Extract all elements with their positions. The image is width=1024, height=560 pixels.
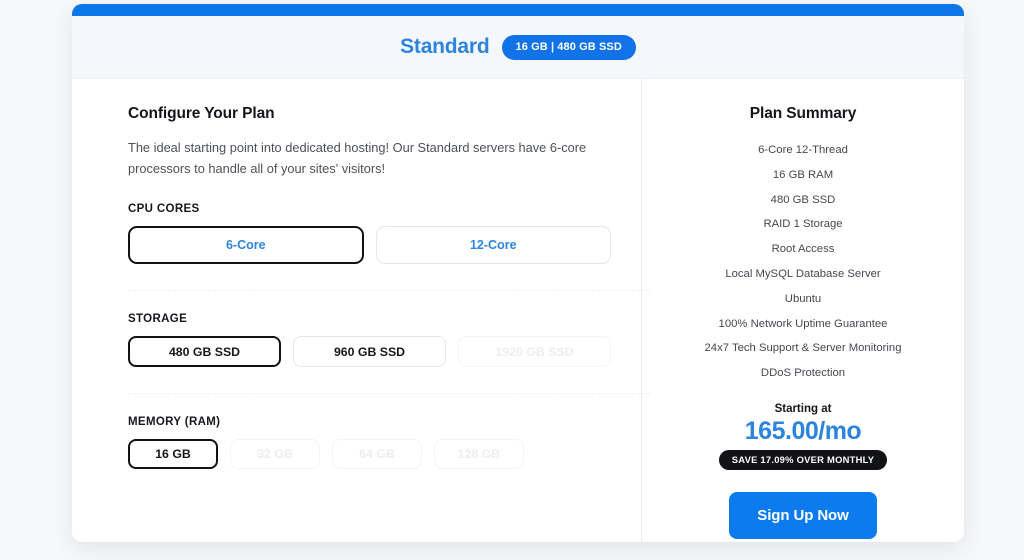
page-background: Standard 16 GB | 480 GB SSD Configure Yo… (0, 0, 1024, 560)
storage-label: STORAGE (128, 313, 188, 326)
section-divider-memory (128, 393, 650, 395)
storage-option-group: 480 GB SSD 960 GB SSD 1920 GB SSD (128, 336, 611, 368)
configure-plan-pane: Configure Your Plan The ideal starting p… (72, 79, 650, 542)
plan-summary-heading: Plan Summary (749, 105, 857, 122)
cpu-cores-label: CPU CORES (128, 203, 200, 216)
list-item: Root Access (771, 243, 835, 256)
page-title: Standard (400, 35, 490, 58)
storage-option-480gb[interactable]: 480 GB SSD (128, 336, 282, 368)
starting-at-label: Starting at (774, 402, 832, 415)
card-accent-bar (72, 4, 964, 16)
plan-configurator-card: Standard 16 GB | 480 GB SSD Configure Yo… (72, 4, 964, 542)
storage-option-960gb[interactable]: 960 GB SSD (293, 336, 447, 368)
memory-option-64gb: 64 GB (332, 439, 422, 470)
card-body: Configure Your Plan The ideal starting p… (72, 79, 964, 542)
list-item: DDoS Protection (760, 367, 846, 380)
list-item: Ubuntu (784, 292, 822, 305)
savings-badge: SAVE 17.09% OVER MONTHLY (718, 449, 888, 470)
memory-option-group: 16 GB 32 GB 64 GB 128 GB (128, 439, 611, 470)
plan-spec-badge: 16 GB | 480 GB SSD (501, 34, 636, 60)
cpu-option-6-core[interactable]: 6-Core (128, 226, 364, 265)
cpu-cores-option-group: 6-Core 12-Core (128, 226, 611, 265)
memory-ram-label: MEMORY (RAM) (128, 416, 221, 429)
memory-option-32gb: 32 GB (230, 439, 320, 470)
plan-summary-pane: Plan Summary 6-Core 12-Thread 16 GB RAM … (642, 79, 964, 542)
configure-plan-description: The ideal starting point into dedicated … (128, 140, 587, 177)
list-item: Local MySQL Database Server (725, 267, 881, 280)
memory-option-16gb[interactable]: 16 GB (128, 439, 218, 470)
list-item: RAID 1 Storage (763, 218, 843, 231)
cpu-option-12-core[interactable]: 12-Core (375, 226, 611, 265)
list-item: 6-Core 12-Thread (758, 144, 848, 156)
list-item: 24x7 Tech Support & Server Monitoring (704, 342, 902, 355)
sign-up-now-button[interactable]: Sign Up Now (729, 491, 877, 539)
section-divider-storage (128, 290, 650, 292)
price-value: 165.00/mo (744, 416, 862, 445)
memory-option-128gb: 128 GB (434, 439, 524, 470)
storage-option-1920gb: 1920 GB SSD (458, 336, 611, 368)
configure-plan-heading: Configure Your Plan (128, 105, 275, 122)
card-header: Standard 16 GB | 480 GB SSD (72, 16, 964, 79)
list-item: 16 GB RAM (772, 168, 834, 181)
plan-summary-list: 6-Core 12-Thread 16 GB RAM 480 GB SSD RA… (664, 144, 942, 393)
list-item: 480 GB SSD (770, 193, 836, 206)
list-item: 100% Network Uptime Guarantee (718, 317, 888, 330)
